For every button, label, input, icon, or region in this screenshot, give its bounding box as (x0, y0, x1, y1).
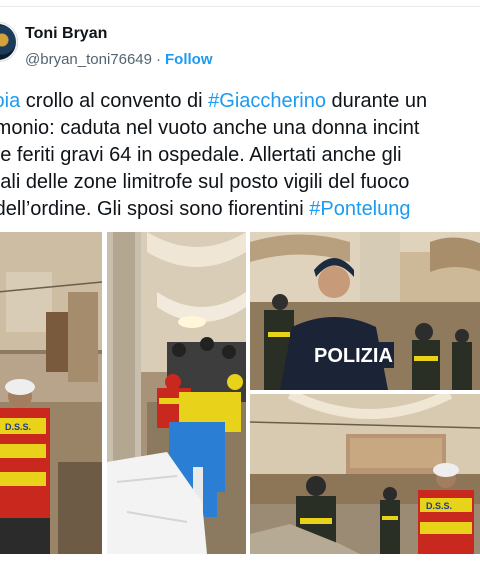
hashtag-pistoia[interactable]: stoia (0, 90, 20, 112)
photo-rescuer-dss[interactable]: D.S.S. (0, 232, 102, 554)
media-grid: D.S.S. POLIZIA D.S.S. (0, 232, 480, 554)
author-name[interactable]: Toni Bryan (25, 25, 107, 43)
photo-firefighters-hall[interactable]: D.S.S. (250, 394, 480, 554)
tweet-line-4: edali delle zone limitrofe sul posto vig… (0, 171, 410, 193)
author-avatar[interactable] (0, 22, 18, 62)
tweet-line-5: e dell’ordine. Gli sposi sono fiorentini… (0, 196, 480, 223)
follow-button[interactable]: Follow (165, 51, 213, 68)
dss-label-2: D.S.S. (426, 501, 452, 511)
hashtag-giaccherino[interactable]: #Giaccherino (208, 90, 326, 112)
author-meta: @bryan_toni76649 · Follow (25, 51, 213, 68)
tweet-text-segment: durante un (325, 90, 428, 112)
tweet-line-3: que feriti gravi 64 in ospedale. Allerta… (0, 144, 402, 166)
photo-polizia-officer[interactable]: POLIZIA (250, 232, 480, 390)
tweet-text: stoia crollo al convento di #Giaccherino… (0, 88, 480, 223)
polizia-label: POLIZIA (314, 345, 393, 367)
tweet-line-2: trimonio: caduta nel vuoto anche una don… (0, 117, 420, 139)
meta-separator: · (156, 51, 161, 68)
hashtag-pontelungo[interactable]: #Pontelung (309, 198, 410, 220)
author-handle[interactable]: @bryan_toni76649 (25, 51, 152, 68)
tweet-text-segment: crollo al convento di (20, 90, 209, 112)
tweet-line-1: stoia crollo al convento di #Giaccherino… (0, 88, 480, 115)
tweet-text-segment: e dell’ordine. Gli sposi sono fiorentini (0, 198, 310, 220)
top-divider (0, 6, 480, 7)
dss-label-1: D.S.S. (5, 422, 31, 432)
photo-paramedics-corridor[interactable] (107, 232, 246, 554)
